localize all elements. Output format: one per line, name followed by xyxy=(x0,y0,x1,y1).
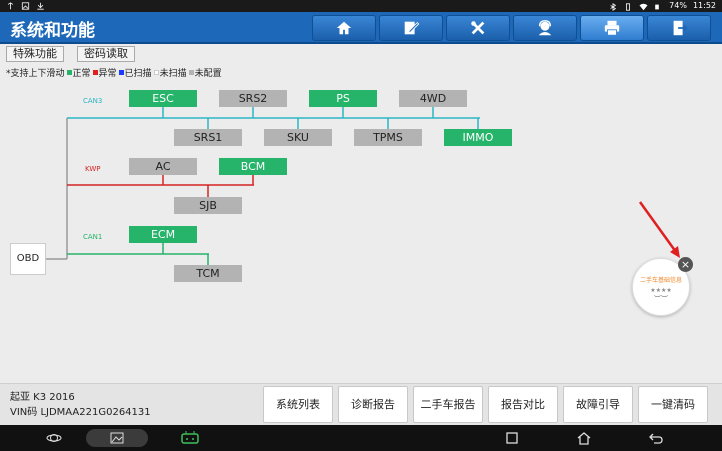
legend-scanned: 已扫描 xyxy=(124,69,152,79)
support-agent-icon xyxy=(538,20,552,36)
app-header: 系统和功能 xyxy=(0,12,722,44)
module-sjb[interactable]: SJB xyxy=(174,197,242,214)
legend-not-configured-swatch xyxy=(188,70,194,75)
diagnostic-report-button[interactable]: 诊断报告 xyxy=(338,386,408,423)
module-ecm[interactable]: ECM xyxy=(129,226,197,243)
tools-icon xyxy=(471,21,485,35)
bus-lines xyxy=(46,107,480,265)
bottom-toolbar: 起亚 K3 2016 VIN码 LJDMAA221G0264131 系统列表 诊… xyxy=(0,383,722,425)
browser-nav-button[interactable] xyxy=(44,429,64,447)
gallery-icon xyxy=(110,432,124,444)
module-tcm[interactable]: TCM xyxy=(174,265,242,282)
module-4wd[interactable]: 4WD xyxy=(399,90,467,107)
legend-normal: 正常 xyxy=(72,69,91,79)
legend-abnormal-swatch xyxy=(92,70,98,75)
clock: 11:52 xyxy=(692,1,716,10)
bus-label-can1: CAN1 xyxy=(83,233,103,241)
recents-nav-button[interactable] xyxy=(504,429,520,447)
widget-eye-icon: ︶︶ xyxy=(654,295,668,303)
vehicle-vin: VIN码 LJDMAA221G0264131 xyxy=(10,407,151,418)
module-immo[interactable]: IMMO xyxy=(444,129,512,146)
vci-nav-button[interactable] xyxy=(178,429,202,447)
report-button[interactable] xyxy=(379,15,443,41)
app-window: 74% 11:52 系统和功能 特殊功能 密码读取 *支持上下滑动 正常 异常 … xyxy=(0,0,722,451)
edit-report-icon xyxy=(404,21,420,35)
widget-stars: ★★★★ xyxy=(650,287,672,294)
vehicle-info: 起亚 K3 2016 VIN码 LJDMAA221G0264131 xyxy=(10,390,151,420)
print-button[interactable] xyxy=(580,15,644,41)
battery-level: 74% xyxy=(669,1,687,10)
vehicle-model: 起亚 K3 2016 xyxy=(10,392,75,403)
fault-guide-button[interactable]: 故障引导 xyxy=(563,386,633,423)
module-srs1[interactable]: SRS1 xyxy=(174,129,242,146)
tab-code-read[interactable]: 密码读取 xyxy=(77,46,135,62)
module-bcm[interactable]: BCM xyxy=(219,158,287,175)
module-esc[interactable]: ESC xyxy=(129,90,197,107)
module-tpms[interactable]: TPMS xyxy=(354,129,422,146)
bus-label-can3: CAN3 xyxy=(83,97,103,105)
system-list-button[interactable]: 系统列表 xyxy=(263,386,333,423)
bluetooth-icon xyxy=(609,3,618,11)
support-button[interactable] xyxy=(513,15,577,41)
legend-scanned-swatch xyxy=(118,70,124,75)
battery-icon xyxy=(654,3,663,11)
usb-debug-icon xyxy=(6,2,15,10)
home-button[interactable] xyxy=(312,15,376,41)
used-car-report-button[interactable]: 二手车报告 xyxy=(413,386,483,423)
network-topology: CAN3 KWP CAN1 ESC SRS2 PS 4WD SRS1 SKU T… xyxy=(0,80,722,380)
tab-special-functions[interactable]: 特殊功能 xyxy=(6,46,64,62)
status-bar: 74% 11:52 xyxy=(0,0,722,12)
obd-port[interactable]: OBD xyxy=(10,243,46,275)
red-arrow-annotation xyxy=(638,201,680,258)
exit-icon xyxy=(673,20,688,36)
system-nav-bar xyxy=(0,425,722,451)
tools-button[interactable] xyxy=(446,15,510,41)
report-compare-button[interactable]: 报告对比 xyxy=(488,386,558,423)
back-arrow-icon xyxy=(649,433,663,444)
wifi-icon xyxy=(639,3,648,11)
legend-abnormal: 异常 xyxy=(98,69,117,79)
module-ac[interactable]: AC xyxy=(129,158,197,175)
download-icon xyxy=(36,2,45,10)
back-nav-button[interactable] xyxy=(647,429,665,447)
module-ps[interactable]: PS xyxy=(309,90,377,107)
home-icon xyxy=(336,21,352,35)
page-title: 系统和功能 xyxy=(10,21,95,41)
orbit-icon xyxy=(46,434,62,442)
exit-button[interactable] xyxy=(647,15,711,41)
recents-square-icon xyxy=(506,432,518,444)
house-outline-icon xyxy=(577,431,591,445)
widget-title: 二手车基础信息 xyxy=(639,277,682,284)
module-sku[interactable]: SKU xyxy=(264,129,332,146)
status-legend: *支持上下滑动 正常 异常 已扫描 未扫描 未配置 xyxy=(6,66,222,79)
legend-not-scanned: 未扫描 xyxy=(159,69,187,79)
legend-normal-swatch xyxy=(66,70,72,75)
print-icon xyxy=(604,20,620,36)
one-key-clear-button[interactable]: 一键清码 xyxy=(638,386,708,423)
legend-not-configured: 未配置 xyxy=(194,69,222,79)
legend-scroll-hint: *支持上下滑动 xyxy=(6,69,65,79)
vibrate-icon xyxy=(624,3,633,11)
bus-label-kwp: KWP xyxy=(85,165,101,173)
home-nav-button[interactable] xyxy=(575,429,593,447)
module-srs2[interactable]: SRS2 xyxy=(219,90,287,107)
legend-not-scanned-swatch xyxy=(153,70,159,75)
image-notification-icon xyxy=(21,2,30,10)
gallery-nav-button[interactable] xyxy=(86,429,148,447)
vci-connector-icon xyxy=(181,431,199,444)
